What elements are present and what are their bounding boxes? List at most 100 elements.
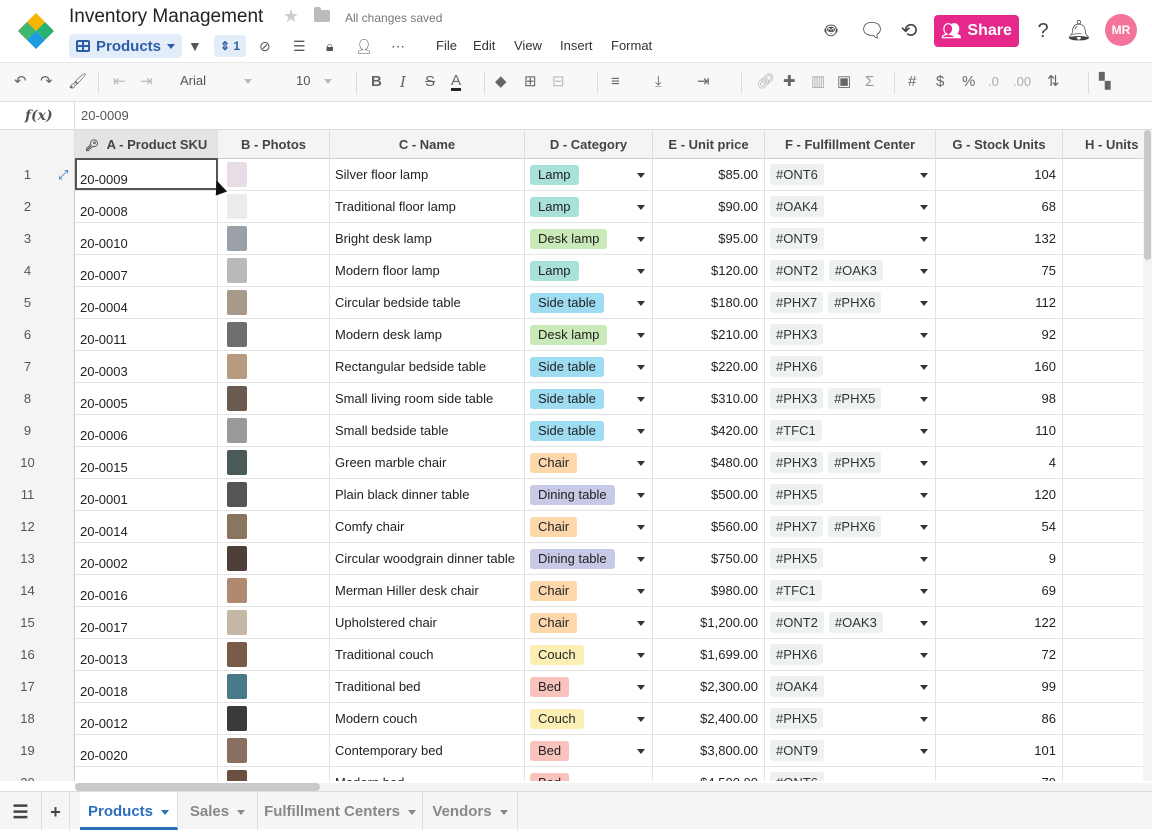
photo-cell[interactable]: [218, 255, 330, 287]
sku-cell[interactable]: 20-0007: [75, 255, 218, 287]
italic-icon[interactable]: I: [400, 73, 406, 91]
units-cell[interactable]: [1063, 415, 1152, 447]
font-select[interactable]: Arial: [180, 73, 264, 88]
units-cell[interactable]: [1063, 639, 1152, 671]
category-cell[interactable]: Bed: [525, 671, 653, 703]
stock-units-cell[interactable]: 98: [936, 383, 1063, 415]
fulfillment-center-cell[interactable]: #PHX3: [765, 319, 936, 351]
filter-icon[interactable]: ▼: [188, 37, 202, 55]
row-number[interactable]: 5: [0, 287, 55, 319]
units-cell[interactable]: [1063, 479, 1152, 511]
row-number[interactable]: 15: [0, 607, 55, 639]
menu-format[interactable]: Format: [611, 38, 652, 53]
stock-units-cell[interactable]: 72: [936, 639, 1063, 671]
units-cell[interactable]: [1063, 319, 1152, 351]
sku-cell[interactable]: 20-0012: [75, 703, 218, 735]
unit-price-cell[interactable]: $980.00: [653, 575, 765, 607]
fulfillment-center-tag[interactable]: #PHX3: [770, 452, 824, 473]
fulfillment-center-cell[interactable]: #PHX6: [765, 639, 936, 671]
category-cell[interactable]: Dining table: [525, 543, 653, 575]
units-cell[interactable]: [1063, 735, 1152, 767]
row-number[interactable]: 18: [0, 703, 55, 735]
product-photo[interactable]: [227, 450, 247, 475]
menu-file[interactable]: File: [436, 38, 457, 53]
help-icon[interactable]: ?: [1030, 18, 1056, 44]
column-header-c[interactable]: C - Name: [330, 130, 525, 159]
name-cell[interactable]: Green marble chair: [330, 447, 525, 479]
category-cell[interactable]: Side table: [525, 415, 653, 447]
chevron-down-icon[interactable]: [637, 269, 645, 274]
outdent-icon[interactable]: ⇤: [113, 73, 126, 91]
currency-icon[interactable]: $: [936, 73, 944, 91]
borders-icon[interactable]: ⊞: [524, 73, 537, 91]
row-number[interactable]: 10: [0, 447, 55, 479]
product-photo[interactable]: [227, 418, 247, 443]
row-expander[interactable]: [55, 735, 75, 767]
category-cell[interactable]: Side table: [525, 287, 653, 319]
fulfillment-center-cell[interactable]: #PHX3 #PHX5: [765, 447, 936, 479]
chevron-down-icon[interactable]: [637, 653, 645, 658]
row-number[interactable]: 3: [0, 223, 55, 255]
name-cell[interactable]: Modern floor lamp: [330, 255, 525, 287]
stock-units-cell[interactable]: 122: [936, 607, 1063, 639]
category-cell[interactable]: Lamp: [525, 255, 653, 287]
stock-units-cell[interactable]: 92: [936, 319, 1063, 351]
stock-units-cell[interactable]: 110: [936, 415, 1063, 447]
add-comment-icon[interactable]: ✚: [783, 73, 796, 91]
fulfillment-center-tag[interactable]: #TFC1: [770, 420, 822, 441]
tab-vendors[interactable]: Vendors: [423, 792, 518, 830]
sku-cell[interactable]: 20-0008: [75, 191, 218, 223]
corner-cell[interactable]: [0, 130, 75, 159]
sku-cell[interactable]: 20-0003: [75, 351, 218, 383]
fulfillment-center-tag[interactable]: #ONT6: [770, 772, 824, 781]
product-photo[interactable]: [227, 674, 247, 699]
fulfillment-center-tag[interactable]: #PHX5: [770, 484, 824, 505]
stock-units-cell[interactable]: 75: [936, 255, 1063, 287]
row-expander[interactable]: [55, 543, 75, 575]
name-cell[interactable]: Circular woodgrain dinner table: [330, 543, 525, 575]
percent-icon[interactable]: %: [962, 73, 975, 91]
product-photo[interactable]: [227, 706, 247, 731]
stock-units-cell[interactable]: 112: [936, 287, 1063, 319]
sku-cell[interactable]: 20-0020: [75, 735, 218, 767]
stock-units-cell[interactable]: 160: [936, 351, 1063, 383]
fulfillment-center-tag[interactable]: #PHX5: [828, 452, 882, 473]
document-title[interactable]: Inventory Management: [69, 6, 263, 28]
chevron-down-icon[interactable]: [920, 557, 928, 562]
name-cell[interactable]: Modern couch: [330, 703, 525, 735]
sku-cell[interactable]: 20-0011: [75, 319, 218, 351]
menu-insert[interactable]: Insert: [560, 38, 593, 53]
row-expander[interactable]: [55, 255, 75, 287]
fulfillment-center-tag[interactable]: #PHX5: [770, 548, 824, 569]
name-cell[interactable]: Plain black dinner table: [330, 479, 525, 511]
fulfillment-center-cell[interactable]: #TFC1: [765, 575, 936, 607]
lock-icon[interactable]: 🔒︎: [326, 37, 333, 55]
category-cell[interactable]: Chair: [525, 607, 653, 639]
chevron-down-icon[interactable]: [920, 493, 928, 498]
name-cell[interactable]: Traditional couch: [330, 639, 525, 671]
name-cell[interactable]: Small bedside table: [330, 415, 525, 447]
sku-cell[interactable]: 20-0016: [75, 575, 218, 607]
product-photo[interactable]: [227, 738, 247, 763]
row-number[interactable]: 19: [0, 735, 55, 767]
name-cell[interactable]: Contemporary bed: [330, 735, 525, 767]
chevron-down-icon[interactable]: [920, 301, 928, 306]
tab-sales[interactable]: Sales: [178, 792, 258, 830]
name-cell[interactable]: Comfy chair: [330, 511, 525, 543]
photo-cell[interactable]: [218, 383, 330, 415]
chevron-down-icon[interactable]: [920, 461, 928, 466]
name-cell[interactable]: Modern desk lamp: [330, 319, 525, 351]
row-number[interactable]: 12: [0, 511, 55, 543]
photo-cell[interactable]: [218, 191, 330, 223]
fulfillment-center-cell[interactable]: #ONT9: [765, 735, 936, 767]
paint-format-icon[interactable]: 🖌︎: [68, 73, 87, 91]
row-expander[interactable]: [55, 767, 75, 781]
photo-cell[interactable]: [218, 639, 330, 671]
row-expander[interactable]: [55, 639, 75, 671]
fulfillment-center-tag[interactable]: #PHX3: [770, 388, 824, 409]
unit-price-cell[interactable]: $2,400.00: [653, 703, 765, 735]
row-expander[interactable]: [55, 415, 75, 447]
sku-cell[interactable]: 20-0001: [75, 479, 218, 511]
undo-icon[interactable]: ↶: [14, 73, 27, 91]
unit-price-cell[interactable]: $750.00: [653, 543, 765, 575]
